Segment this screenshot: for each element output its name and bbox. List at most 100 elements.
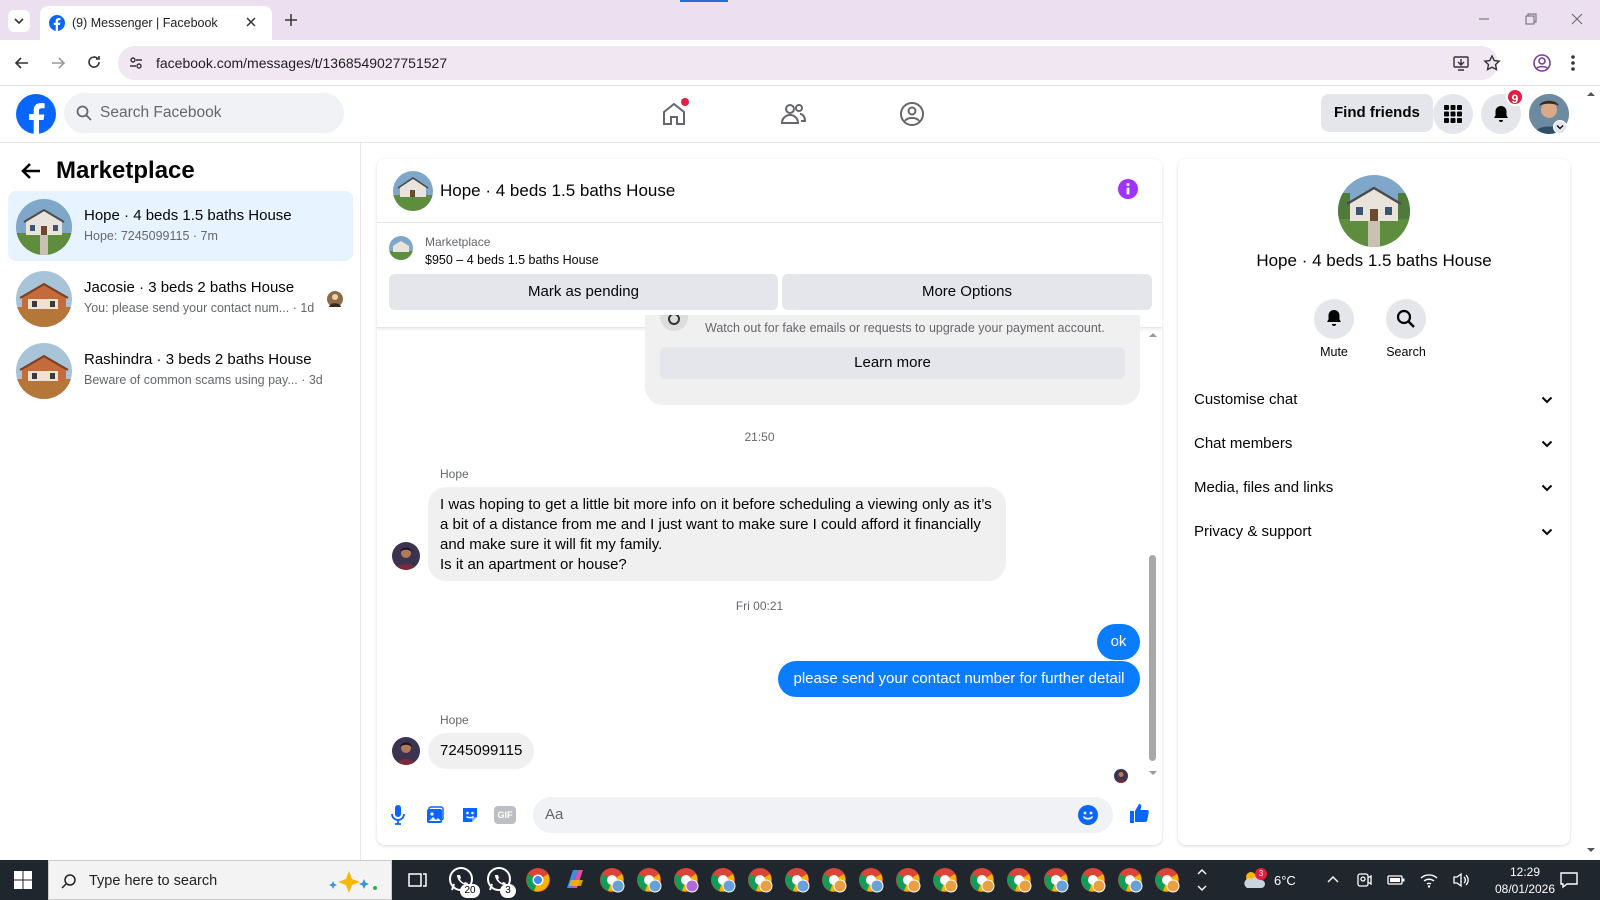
friends-nav-icon[interactable] xyxy=(779,100,807,128)
home-nav-icon[interactable] xyxy=(660,98,689,128)
sender-name: Hope xyxy=(440,713,469,727)
browser-menu-icon[interactable] xyxy=(1570,53,1576,73)
clock-date[interactable]: 08/01/2026 xyxy=(1491,882,1559,896)
facebook-search-input[interactable]: Search Facebook xyxy=(64,93,344,133)
chrome-window-icon[interactable] xyxy=(709,866,737,894)
chrome-window-icon[interactable] xyxy=(783,866,811,894)
gif-icon[interactable]: GIF xyxy=(494,806,516,824)
close-tab-icon[interactable] xyxy=(244,15,258,29)
scrollbar-thumb[interactable] xyxy=(1149,555,1156,761)
facebook-favicon-icon xyxy=(49,15,65,31)
info-icon[interactable] xyxy=(1118,179,1138,199)
minimize-window-icon[interactable] xyxy=(1477,12,1491,26)
outgoing-message[interactable]: ok xyxy=(1097,624,1140,660)
privacy-support-section[interactable]: Privacy & support xyxy=(1194,513,1554,553)
chrome-window-icon[interactable] xyxy=(746,866,774,894)
conversation-item[interactable]: Jacosie · 3 beds 2 baths House You: plea… xyxy=(8,263,353,333)
scroll-down-arrow-icon[interactable] xyxy=(1148,769,1158,777)
back-arrow-icon[interactable] xyxy=(14,55,30,71)
page-scroll-up-icon[interactable] xyxy=(1586,90,1596,98)
sender-avatar[interactable] xyxy=(392,737,420,765)
task-view-icon[interactable] xyxy=(408,871,428,889)
clock-time[interactable]: 12:29 xyxy=(1497,865,1553,879)
chrome-window-icon[interactable] xyxy=(894,866,922,894)
new-tab-icon[interactable] xyxy=(283,12,299,28)
chrome-window-icon[interactable] xyxy=(968,866,996,894)
learn-more-button[interactable]: Learn more xyxy=(660,347,1125,379)
site-settings-icon[interactable] xyxy=(128,55,144,71)
chat-members-section[interactable]: Chat members xyxy=(1194,425,1554,465)
conversation-item[interactable]: Rashindra · 3 beds 2 baths House Beware … xyxy=(8,335,353,405)
account-chevron-down-icon[interactable] xyxy=(1553,120,1567,134)
profile-icon[interactable] xyxy=(1532,53,1552,73)
chrome-window-icon[interactable] xyxy=(1116,866,1144,894)
forward-arrow-icon[interactable] xyxy=(50,55,66,71)
conversation-item[interactable]: Hope · 4 beds 1.5 baths House Hope: 7245… xyxy=(8,191,353,261)
restore-window-icon[interactable] xyxy=(1524,12,1538,26)
show-hidden-icons-chevron-up-icon[interactable] xyxy=(1326,873,1340,887)
customise-chat-section[interactable]: Customise chat xyxy=(1194,381,1554,421)
outgoing-message[interactable]: please send your contact number for furt… xyxy=(778,661,1140,697)
sticker-icon[interactable] xyxy=(460,805,480,825)
sender-avatar[interactable] xyxy=(392,542,420,570)
search-in-conversation-button[interactable] xyxy=(1386,299,1426,339)
notification-center-icon[interactable] xyxy=(1559,871,1579,889)
bookmark-star-icon[interactable] xyxy=(1483,54,1501,72)
chrome-window-icon[interactable] xyxy=(820,866,848,894)
reload-icon[interactable] xyxy=(86,54,102,70)
chrome-window-icon[interactable] xyxy=(1042,866,1070,894)
chrome-window-icon[interactable] xyxy=(598,866,626,894)
find-friends-button[interactable]: Find friends xyxy=(1321,94,1433,132)
back-arrow-icon[interactable] xyxy=(20,161,42,181)
volume-icon[interactable] xyxy=(1452,872,1470,888)
browser-toolbar: facebook.com/messages/t/1368549027751527 xyxy=(0,40,1600,86)
browser-tab-active[interactable]: (9) Messenger | Facebook xyxy=(40,6,272,40)
taskbar-search-input[interactable]: Type here to search xyxy=(48,860,392,900)
tab-title: (9) Messenger | Facebook xyxy=(72,16,218,30)
photo-attach-icon[interactable] xyxy=(425,805,445,825)
conversation-preview: Hope: 7245099115 · 7m xyxy=(84,229,218,243)
taskbar-overflow-icon[interactable] xyxy=(1196,864,1208,896)
chrome-window-icon[interactable] xyxy=(635,866,663,894)
chrome-window-icon[interactable] xyxy=(931,866,959,894)
info-avatar[interactable] xyxy=(1338,175,1410,247)
groups-nav-icon[interactable] xyxy=(898,100,926,128)
scroll-up-arrow-icon[interactable] xyxy=(1148,331,1158,339)
chrome-window-icon[interactable] xyxy=(1079,866,1107,894)
install-app-icon[interactable] xyxy=(1452,54,1470,72)
address-bar[interactable]: facebook.com/messages/t/1368549027751527 xyxy=(118,46,1501,80)
message-thread[interactable]: Watch out for fake emails or requests to… xyxy=(377,315,1162,785)
wifi-icon[interactable] xyxy=(1420,872,1438,888)
microphone-icon[interactable] xyxy=(390,804,406,826)
media-files-links-section[interactable]: Media, files and links xyxy=(1194,469,1554,509)
chrome-window-icon[interactable] xyxy=(672,866,700,894)
chrome-window-icon[interactable] xyxy=(1153,866,1181,894)
close-window-icon[interactable] xyxy=(1570,12,1584,26)
thumbs-up-icon[interactable] xyxy=(1128,802,1150,824)
battery-icon[interactable] xyxy=(1387,873,1405,887)
listing-thumbnail[interactable] xyxy=(389,236,413,260)
chat-avatar[interactable] xyxy=(393,171,433,211)
menu-grid-icon[interactable] xyxy=(1433,94,1473,134)
windows-start-icon[interactable] xyxy=(14,871,32,889)
more-options-button[interactable]: More Options xyxy=(782,274,1152,310)
chrome-window-icon[interactable] xyxy=(857,866,885,894)
camera-icon[interactable] xyxy=(1356,872,1372,888)
message-input[interactable]: Aa xyxy=(533,797,1113,833)
mute-button[interactable] xyxy=(1314,299,1354,339)
page-scroll-down-icon[interactable] xyxy=(1586,846,1596,854)
message-line: Is it an apartment or house? xyxy=(440,556,627,573)
listing-description[interactable]: $950 – 4 beds 1.5 baths House xyxy=(425,253,599,267)
facebook-logo[interactable] xyxy=(16,94,56,134)
tab-search-dropdown-icon[interactable] xyxy=(8,10,30,32)
incoming-message[interactable]: I was hoping to get a little bit more in… xyxy=(428,487,1006,581)
incoming-message[interactable]: 7245099115 xyxy=(428,733,535,769)
weather-temperature[interactable]: 6°C xyxy=(1274,873,1296,888)
chrome-icon[interactable] xyxy=(524,866,552,894)
warning-icon xyxy=(660,315,688,331)
windows-taskbar: Type here to search 20 3 3 6°C 12:29 08/… xyxy=(0,860,1600,900)
mark-as-pending-button[interactable]: Mark as pending xyxy=(389,274,778,310)
copilot-icon[interactable] xyxy=(561,866,589,894)
chrome-window-icon[interactable] xyxy=(1005,866,1033,894)
emoji-icon[interactable] xyxy=(1078,805,1098,825)
